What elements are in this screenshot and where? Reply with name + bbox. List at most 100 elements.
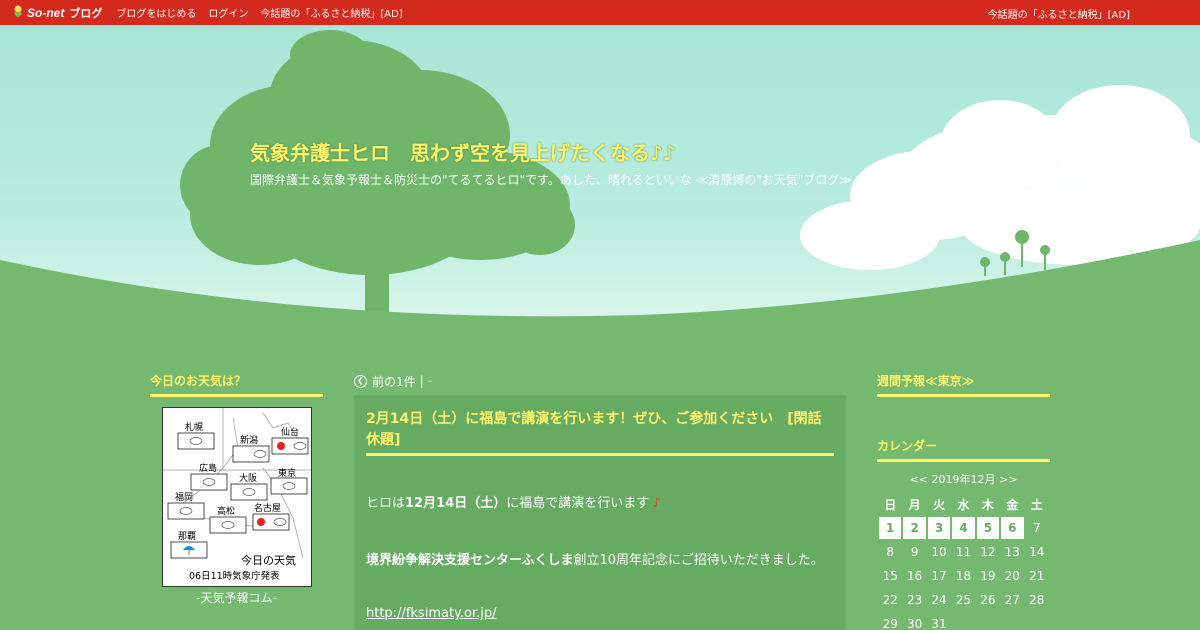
weekday-header: 金 bbox=[1006, 497, 1019, 512]
calendar-day: 15 bbox=[882, 569, 898, 583]
paragraph-text: 創立10周年記念にご招待いただきました。 bbox=[573, 553, 824, 568]
left-sidebar: 今日のお天気は？ 札幌 仙台 新潟 広島 大阪 東京 福岡 高松 名古屋 那覇 … bbox=[150, 370, 323, 606]
right-sidebar: 週間予報≪東京≫ カレンダー << 2019年12月 >> 日 月 火 水 木 … bbox=[877, 370, 1050, 630]
calendar-day: 30 bbox=[906, 617, 923, 630]
weekday-header: 水 bbox=[957, 497, 970, 512]
calendar-day: 8 bbox=[886, 545, 895, 559]
calendar-week: 15 16 17 18 19 20 21 bbox=[879, 565, 1048, 587]
weekday-header: 日 bbox=[884, 497, 897, 512]
prev-page-link[interactable]: 前の1件 bbox=[372, 373, 416, 390]
paragraph-bold-org: 境界紛争解決支援センターふくしま bbox=[366, 553, 574, 568]
paragraph-bold-date: 12月14日（土） bbox=[405, 496, 507, 511]
map-city-label: 福岡 bbox=[175, 491, 193, 503]
weekday-header: 月 bbox=[908, 497, 921, 512]
calendar-day: 20 bbox=[1004, 569, 1020, 583]
map-city-label: 仙台 bbox=[281, 426, 299, 438]
blog-description: 国際弁護士＆気象予報士＆防災士の"てるてるヒロ"です。あした、晴れるといいな ≪… bbox=[250, 173, 852, 187]
calendar-day: 10 bbox=[931, 545, 947, 559]
map-city-label: 札幌 bbox=[185, 421, 203, 433]
blog-header: 気象弁護士ヒロ 思わず空を見上げたくなる♪♪ 国際弁護士＆気象予報士＆防災士の"… bbox=[0, 25, 1200, 335]
calendar-week: 29 30 31 bbox=[879, 613, 1048, 630]
calendar-day-link[interactable]: 4 bbox=[952, 517, 975, 539]
calendar-day: 24 bbox=[931, 593, 947, 607]
calendar-day: 17 bbox=[931, 569, 947, 583]
calendar-title: カレンダー bbox=[877, 435, 1050, 462]
calendar-day: 29 bbox=[882, 617, 898, 630]
calendar-day: 31 bbox=[931, 617, 947, 630]
sonet-logo[interactable]: So-net ブログ bbox=[12, 0, 102, 25]
calendar-day: 26 bbox=[980, 593, 996, 607]
calendar: << 2019年12月 >> 日 月 火 水 木 金 土 1 2 3 4 5 6 7 8 9 10… bbox=[877, 471, 1050, 630]
paragraph-text: ヒロは bbox=[366, 496, 406, 511]
calendar-day: 19 bbox=[980, 569, 996, 583]
calendar-day: 22 bbox=[882, 593, 898, 607]
sonet-logo-icon bbox=[14, 5, 22, 17]
calendar-day bbox=[952, 613, 974, 630]
weekday-header: 土 bbox=[1030, 497, 1043, 512]
japan-weather-map: 札幌 仙台 新潟 広島 大阪 東京 福岡 高松 名古屋 那覇 今日の天気 06日… bbox=[162, 408, 311, 582]
calendar-day: 16 bbox=[906, 569, 923, 583]
map-caption-line1: 今日の天気 bbox=[241, 553, 296, 567]
article-link-wrapper: http://fksimaty.or.jp/ bbox=[366, 606, 834, 621]
article-body: ヒロは12月14日（土）に福島で講演を行います ♪ 境界紛争解決支援センターふくし… bbox=[366, 492, 834, 621]
calendar-day: 18 bbox=[955, 569, 972, 583]
calendar-nav[interactable]: << 2019年12月 >> bbox=[877, 471, 1050, 487]
calendar-day: 28 bbox=[1029, 593, 1045, 607]
calendar-day: 23 bbox=[906, 593, 923, 607]
calendar-day: 25 bbox=[955, 593, 972, 607]
furusato-ad-link-right[interactable]: 今話題の「ふるさと納税」[AD] bbox=[988, 6, 1130, 21]
calendar-week: 8 9 10 11 12 13 14 bbox=[879, 541, 1048, 563]
map-city-label: 新潟 bbox=[240, 434, 258, 446]
calendar-day: 14 bbox=[1029, 545, 1045, 559]
article: 2月14日（土）に福島で講演を行います！ぜひ、ご参加ください [閑話休題] ヒロ… bbox=[354, 395, 846, 630]
map-city-label: 名古屋 bbox=[254, 502, 281, 514]
weather-credit-link[interactable]: -天気予報コム- bbox=[150, 589, 323, 606]
blog-title[interactable]: 気象弁護士ヒロ 思わず空を見上げたくなる♪♪ bbox=[250, 137, 676, 166]
main-content: ❮ 前の1件 | - 2月14日（土）に福島で講演を行います！ぜひ、ご参加くださ… bbox=[354, 370, 846, 630]
calendar-table: 日 月 火 水 木 金 土 1 2 3 4 5 6 7 8 9 10 11 12 13 14 15 16 17 1… bbox=[877, 491, 1050, 630]
calendar-day: 27 bbox=[1004, 593, 1020, 607]
calendar-day: 9 bbox=[910, 545, 919, 559]
calendar-week: 1234567 bbox=[879, 517, 1048, 539]
weekday-header: 木 bbox=[981, 497, 994, 512]
weather-map[interactable]: 札幌 仙台 新潟 広島 大阪 東京 福岡 高松 名古屋 那覇 今日の天気 06日… bbox=[161, 407, 312, 587]
calendar-day-link[interactable]: 1 bbox=[879, 517, 902, 539]
login-link[interactable]: ログイン bbox=[208, 5, 248, 20]
article-link[interactable]: http://fksimaty.or.jp/ bbox=[366, 606, 497, 621]
calendar-day: 21 bbox=[1029, 569, 1045, 583]
pager: ❮ 前の1件 | - bbox=[354, 370, 846, 392]
paragraph-text: に福島で講演を行います bbox=[506, 496, 650, 511]
calendar-day bbox=[1001, 613, 1023, 630]
calendar-day bbox=[977, 613, 999, 630]
calendar-day-link[interactable]: 6 bbox=[1001, 517, 1024, 539]
article-title[interactable]: 2月14日（土）に福島で講演を行います！ぜひ、ご参加ください [閑話休題] bbox=[366, 409, 834, 456]
top-bar: So-net ブログ ブログをはじめる ログイン 今話題の「ふるさと納税」[AD… bbox=[0, 0, 1200, 25]
furusato-ad-link[interactable]: 今話題の「ふるさと納税」[AD] bbox=[260, 5, 402, 20]
calendar-day-link[interactable]: 5 bbox=[976, 517, 1000, 539]
calendar-day: 12 bbox=[980, 545, 996, 559]
weekday-header: 火 bbox=[933, 497, 946, 512]
pager-separator: | - bbox=[419, 374, 432, 388]
map-city-label: 大阪 bbox=[239, 472, 257, 484]
calendar-day bbox=[1026, 613, 1048, 630]
map-caption-line2: 06日11時気象庁発表 bbox=[189, 570, 280, 582]
weather-widget-title: 今日のお天気は？ bbox=[150, 370, 323, 397]
chevron-left-icon[interactable]: ❮ bbox=[354, 374, 367, 388]
logo-sub: ブログ bbox=[69, 7, 103, 20]
calendar-day: 13 bbox=[1004, 545, 1020, 559]
calendar-day-link[interactable]: 2 bbox=[903, 517, 926, 539]
map-city-label: 那覇 bbox=[178, 531, 196, 542]
start-blog-link[interactable]: ブログをはじめる bbox=[116, 5, 196, 20]
map-city-label: 高松 bbox=[217, 505, 235, 517]
map-city-label: 東京 bbox=[278, 467, 296, 479]
music-note-icon: ♪ bbox=[652, 496, 661, 511]
article-paragraph-1: ヒロは12月14日（土）に福島で講演を行います ♪ bbox=[366, 492, 834, 511]
calendar-day-link[interactable]: 3 bbox=[927, 517, 951, 539]
calendar-day: 11 bbox=[955, 545, 972, 559]
weekly-forecast-title: 週間予報≪東京≫ bbox=[877, 370, 1050, 397]
logo-text: So-net bbox=[27, 5, 65, 20]
article-paragraph-2: 境界紛争解決支援センターふくしま創立10周年記念にご招待いただきました。 bbox=[366, 549, 834, 568]
cloud-shape bbox=[800, 85, 1200, 270]
calendar-week: 22 23 24 25 26 27 28 bbox=[879, 589, 1048, 611]
calendar-day: 7 bbox=[1032, 521, 1041, 535]
